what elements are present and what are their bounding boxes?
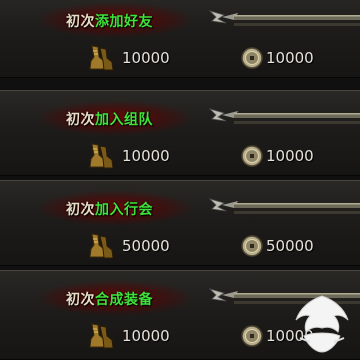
title-action: 添加好友 xyxy=(95,14,153,30)
title-glow: 初次合成装备 xyxy=(40,281,190,315)
achievement-row[interactable]: 初次添加好友 10000 10000 xyxy=(0,0,360,78)
reward-value: 50000 xyxy=(266,237,314,255)
reward-item-right: 10000 xyxy=(240,141,350,171)
title-glow: 初次加入行会 xyxy=(40,191,190,225)
title-action: 加入组队 xyxy=(95,112,153,128)
reward-item-left: 10000 xyxy=(86,141,196,171)
reward-value: 50000 xyxy=(122,237,170,255)
reward-item-right: 50000 xyxy=(240,231,350,261)
boots-icon xyxy=(89,323,114,349)
reward-value: 10000 xyxy=(122,49,170,67)
achievement-title: 初次加入行会 xyxy=(66,199,153,219)
coin-icon xyxy=(241,235,263,257)
reward-item-left: 10000 xyxy=(86,321,196,351)
title-glow: 初次添加好友 xyxy=(40,3,190,37)
reward-item-left: 10000 xyxy=(86,43,196,73)
achievement-title: 初次添加好友 xyxy=(66,11,153,31)
title-action: 合成装备 xyxy=(95,292,153,308)
reward-value: 10000 xyxy=(266,49,314,67)
reward-value: 10000 xyxy=(122,147,170,165)
coin-icon xyxy=(241,47,263,69)
reward-item-left: 50000 xyxy=(86,231,196,261)
achievement-title: 初次合成装备 xyxy=(66,289,153,309)
title-prefix: 初次 xyxy=(66,292,95,308)
title-prefix: 初次 xyxy=(66,112,95,128)
reward-item-right: 10000 xyxy=(240,43,350,73)
achievement-row[interactable]: 初次加入行会 50000 50000 xyxy=(0,180,360,266)
logo-icon xyxy=(295,295,349,353)
boots-icon xyxy=(89,143,114,169)
boots-icon xyxy=(89,233,114,259)
title-prefix: 初次 xyxy=(66,202,95,218)
reward-value: 10000 xyxy=(122,327,170,345)
title-prefix: 初次 xyxy=(66,14,95,30)
sword-bar-ornament xyxy=(208,10,360,26)
sword-bar-ornament xyxy=(208,198,360,214)
coin-icon xyxy=(241,325,263,347)
title-glow: 初次加入组队 xyxy=(40,101,190,135)
title-action: 加入行会 xyxy=(95,202,153,218)
achievement-title: 初次加入组队 xyxy=(66,109,153,129)
achievement-row[interactable]: 初次加入组队 10000 10000 xyxy=(0,90,360,176)
boots-icon xyxy=(89,45,114,71)
coin-icon xyxy=(241,145,263,167)
sword-bar-ornament xyxy=(208,108,360,124)
reward-value: 10000 xyxy=(266,147,314,165)
